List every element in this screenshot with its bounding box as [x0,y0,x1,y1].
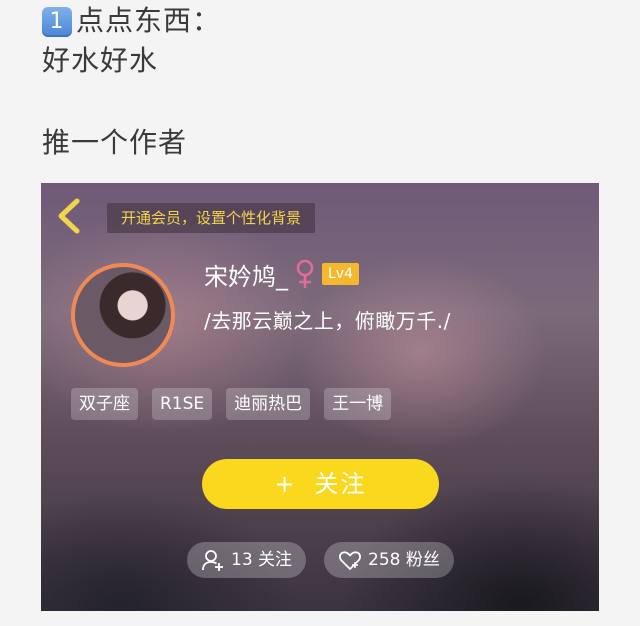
chevron-left-icon [58,198,80,234]
following-count: 13 关注 [231,550,293,570]
username: 宋妗鸠_ [204,262,288,291]
interest-tags: 双子座 R1SE 迪丽热巴 王一博 [71,388,392,420]
following-count-button[interactable]: 13 关注 [187,542,307,578]
number-one-badge: 1 [42,7,72,37]
tag-item[interactable]: 双子座 [71,388,138,420]
post-line-1-text: 点点东西： [76,4,222,37]
username-row: 宋妗鸠_ Lv4 [204,257,359,291]
profile-card: 开通会员，设置个性化背景 宋妗鸠_ Lv4 /去那云巅之上，俯瞰万千./ 双子座… [41,183,599,611]
fans-count-button[interactable]: 258 粉丝 [324,542,454,578]
female-gender-icon [294,259,316,289]
tag-item[interactable]: 王一博 [324,388,392,420]
post-line-3: 推一个作者 [42,126,188,159]
level-badge: Lv4 [322,263,359,285]
heart-icon [339,551,361,570]
user-add-icon [202,550,223,571]
post-line-2: 好水好水 [42,44,159,77]
tag-item[interactable]: R1SE [152,388,213,420]
post-line-1: 1 点点东西： [42,4,221,38]
plus-icon: + [274,470,297,498]
tag-item[interactable]: 迪丽热巴 [226,388,311,420]
back-button[interactable] [55,198,83,234]
follow-button[interactable]: + 关注 [202,459,439,509]
fans-count: 258 粉丝 [368,550,440,570]
follow-button-label: 关注 [314,470,367,498]
signature: /去那云巅之上，俯瞰万千./ [204,309,451,333]
avatar[interactable] [71,263,175,367]
vip-background-banner[interactable]: 开通会员，设置个性化背景 [107,203,316,233]
